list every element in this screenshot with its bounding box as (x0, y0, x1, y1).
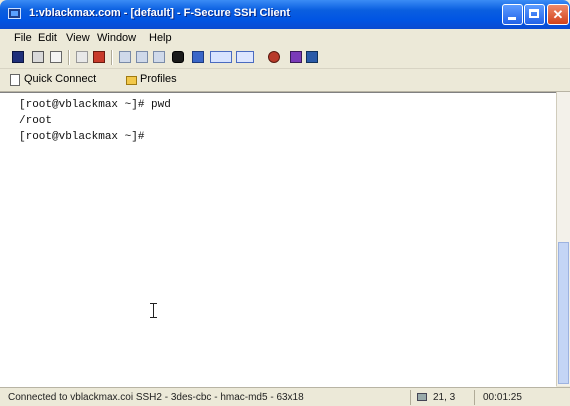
help-icon[interactable] (268, 51, 280, 63)
terminal-area[interactable]: [root@vblackmax ~]# pwd /root [root@vbla… (0, 92, 556, 387)
minimize-button[interactable] (502, 4, 523, 25)
terminal-line: [root@vblackmax ~]# pwd (19, 99, 171, 111)
terminal-line: /root (19, 115, 53, 127)
sftp-icon[interactable] (192, 51, 204, 63)
maximize-icon (529, 9, 539, 18)
title-bar[interactable]: 1:vblackmax.com - [default] - F-Secure S… (0, 0, 570, 29)
terminal-size-icon (417, 393, 427, 401)
whats-this-icon[interactable] (306, 51, 318, 63)
toolbar (0, 47, 570, 69)
elapsed-time: 00:01:25 (483, 392, 522, 403)
profiles-label: Profiles (140, 73, 177, 85)
maximize-button[interactable] (524, 4, 545, 25)
properties-icon[interactable] (153, 51, 165, 63)
minimize-icon (508, 17, 516, 20)
connection-bar: Quick Connect Profiles (0, 69, 570, 92)
vertical-scrollbar[interactable] (556, 92, 570, 386)
profiles-button[interactable]: Profiles (126, 72, 196, 88)
scrollbar-thumb[interactable] (558, 242, 569, 384)
menu-window[interactable]: Window (97, 32, 136, 44)
toolbar-separator (68, 50, 70, 65)
menu-file[interactable]: File (14, 32, 32, 44)
quick-connect-label: Quick Connect (24, 73, 97, 85)
paste-icon[interactable] (93, 51, 105, 63)
ssh-client-window: 1:vblackmax.com - [default] - F-Secure S… (0, 0, 570, 406)
menu-view[interactable]: View (66, 32, 90, 44)
terminal-line: [root@vblackmax ~]# (19, 131, 145, 143)
elapsed-time-pane: 00:01:25 (474, 390, 570, 405)
connect-icon[interactable] (290, 51, 302, 63)
window-title: 1:vblackmax.com - [default] - F-Secure S… (29, 7, 291, 19)
settings-icon[interactable] (236, 51, 254, 63)
keygen-icon[interactable] (210, 51, 232, 63)
folder-icon (126, 76, 137, 85)
print-preview-icon[interactable] (50, 51, 62, 63)
app-terminal-icon[interactable] (8, 8, 21, 19)
status-bar: Connected to vblackmax.coi SSH2 - 3des-c… (0, 387, 570, 406)
menu-bar: File Edit View Window Help (0, 29, 570, 48)
close-session-icon[interactable] (136, 51, 148, 63)
print-icon[interactable] (32, 51, 44, 63)
document-icon (10, 74, 20, 86)
close-icon: ✕ (552, 7, 564, 22)
menu-edit[interactable]: Edit (38, 32, 57, 44)
quick-connect-button[interactable]: Quick Connect (10, 72, 118, 88)
toolbar-separator (111, 50, 113, 65)
find-icon[interactable] (172, 51, 184, 63)
close-button[interactable]: ✕ (547, 4, 569, 25)
menu-help[interactable]: Help (149, 32, 172, 44)
save-icon[interactable] (12, 51, 24, 63)
copy-icon[interactable] (76, 51, 88, 63)
cursor-position-pane: 21, 3 (410, 390, 468, 405)
cursor-position: 21, 3 (433, 392, 456, 403)
text-cursor-icon (150, 303, 157, 318)
connection-status: Connected to vblackmax.coi SSH2 - 3des-c… (8, 392, 304, 403)
new-session-icon[interactable] (119, 51, 131, 63)
